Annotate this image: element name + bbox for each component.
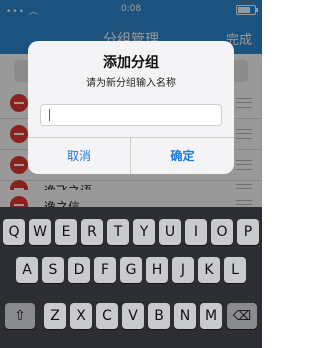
key-g[interactable]: G xyxy=(120,257,142,283)
key-i[interactable]: I xyxy=(185,219,207,245)
key-b[interactable]: B xyxy=(148,303,170,329)
dialog-buttons: 取消 确定 xyxy=(28,137,234,174)
key-h[interactable]: H xyxy=(146,257,168,283)
key-m[interactable]: M xyxy=(200,303,222,329)
key-c[interactable]: C xyxy=(96,303,118,329)
key-w[interactable]: W xyxy=(29,219,51,245)
screen: ••• ︿ 0:08 分组管理 完成 逸飞之语 xyxy=(0,0,262,348)
key-p[interactable]: P xyxy=(237,219,259,245)
key-t[interactable]: T xyxy=(107,219,129,245)
backspace-icon: ⌫ xyxy=(232,309,252,324)
dialog-title: 添加分组 xyxy=(103,55,159,71)
key-z[interactable]: Z xyxy=(44,303,66,329)
add-group-dialog: 添加分组 请为新分组输入名称 取消 确定 xyxy=(28,41,234,174)
cancel-button[interactable]: 取消 xyxy=(28,138,131,174)
key-o[interactable]: O xyxy=(211,219,233,245)
text-caret xyxy=(49,109,50,121)
keyboard: Q W E R T Y U I O P A S D F G H J K L ⇧ … xyxy=(0,207,262,348)
key-a[interactable]: A xyxy=(16,257,38,283)
key-v[interactable]: V xyxy=(122,303,144,329)
key-d[interactable]: D xyxy=(68,257,90,283)
key-y[interactable]: Y xyxy=(133,219,155,245)
key-x[interactable]: X xyxy=(70,303,92,329)
key-n[interactable]: N xyxy=(174,303,196,329)
key-q[interactable]: Q xyxy=(3,219,25,245)
confirm-button[interactable]: 确定 xyxy=(131,138,234,174)
group-name-input[interactable] xyxy=(40,104,222,126)
key-f[interactable]: F xyxy=(94,257,116,283)
key-k[interactable]: K xyxy=(198,257,220,283)
dialog-message: 请为新分组输入名称 xyxy=(86,78,176,89)
shift-icon: ⇧ xyxy=(14,308,26,324)
key-l[interactable]: L xyxy=(224,257,246,283)
delete-key[interactable]: ⌫ xyxy=(227,303,257,329)
key-u[interactable]: U xyxy=(159,219,181,245)
shift-key[interactable]: ⇧ xyxy=(5,303,35,329)
key-s[interactable]: S xyxy=(42,257,64,283)
key-j[interactable]: J xyxy=(172,257,194,283)
key-e[interactable]: E xyxy=(55,219,77,245)
key-r[interactable]: R xyxy=(81,219,103,245)
